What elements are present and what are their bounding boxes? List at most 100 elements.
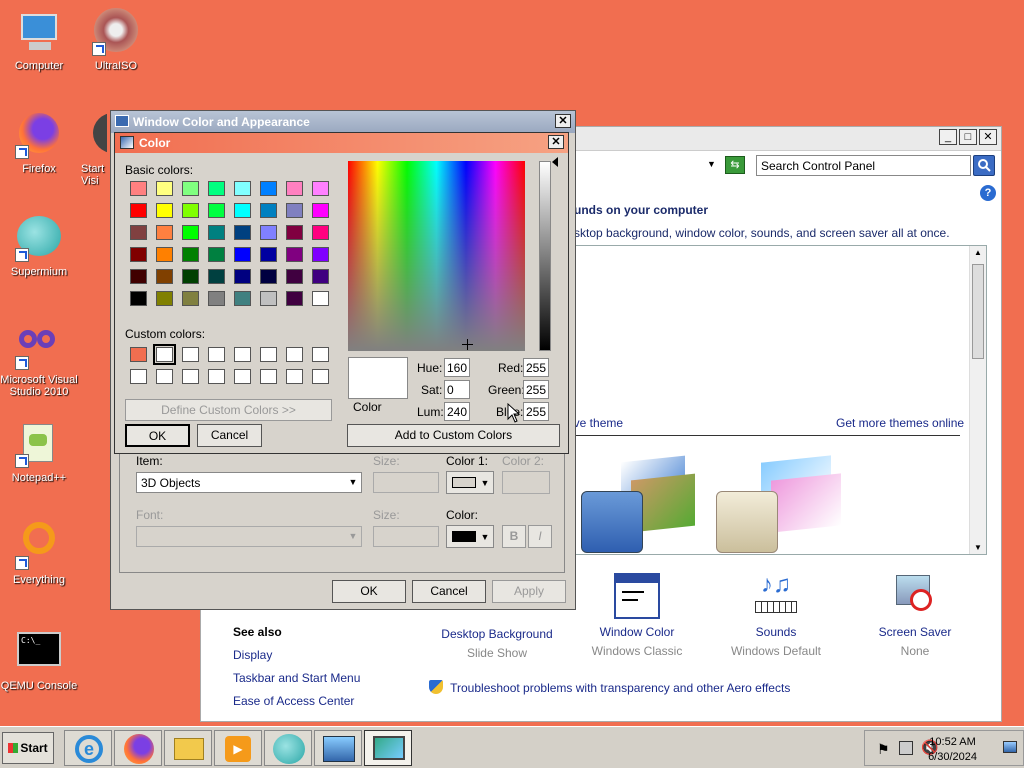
- window-color-item[interactable]: Window Color Windows Classic: [577, 573, 697, 658]
- search-input[interactable]: Search Control Panel: [756, 155, 971, 176]
- taskbar-media-player-button[interactable]: ▶: [214, 730, 262, 766]
- basic-color-swatch[interactable]: [312, 203, 329, 218]
- custom-color-swatch[interactable]: [286, 347, 303, 362]
- basic-color-swatch[interactable]: [234, 203, 251, 218]
- maximize-button[interactable]: □: [959, 129, 977, 145]
- search-icon[interactable]: [973, 155, 995, 176]
- blue-input[interactable]: 255: [523, 402, 549, 421]
- basic-color-swatch[interactable]: [156, 291, 173, 306]
- hue-input[interactable]: 160: [444, 358, 470, 377]
- minimize-button[interactable]: _: [939, 129, 957, 145]
- basic-color-swatch[interactable]: [208, 291, 225, 306]
- display-link[interactable]: Display: [233, 648, 360, 662]
- basic-color-swatch[interactable]: [260, 291, 277, 306]
- basic-color-swatch[interactable]: [286, 269, 303, 284]
- screen-saver-item[interactable]: Screen Saver None: [855, 573, 975, 658]
- desktop-icon-supermium[interactable]: Supermium: [0, 214, 78, 278]
- sat-input[interactable]: 0: [444, 380, 470, 399]
- basic-color-swatch[interactable]: [130, 225, 147, 240]
- basic-color-swatch[interactable]: [312, 225, 329, 240]
- basic-color-swatch[interactable]: [156, 225, 173, 240]
- custom-color-swatch[interactable]: [130, 369, 147, 384]
- basic-color-swatch[interactable]: [130, 247, 147, 262]
- action-center-flag-icon[interactable]: ⚑: [877, 741, 890, 758]
- custom-color-swatch[interactable]: [153, 344, 176, 365]
- basic-color-swatch[interactable]: [130, 291, 147, 306]
- custom-color-swatch[interactable]: [312, 347, 329, 362]
- custom-color-swatch[interactable]: [182, 347, 199, 362]
- custom-color-swatch[interactable]: [286, 369, 303, 384]
- basic-color-swatch[interactable]: [260, 203, 277, 218]
- basic-color-swatch[interactable]: [234, 291, 251, 306]
- basic-color-swatch[interactable]: [182, 203, 199, 218]
- network-icon[interactable]: [899, 741, 913, 755]
- basic-color-swatch[interactable]: [182, 181, 199, 196]
- basic-color-swatch[interactable]: [260, 269, 277, 284]
- basic-color-swatch[interactable]: [182, 291, 199, 306]
- custom-color-swatch[interactable]: [130, 347, 147, 362]
- custom-color-swatch[interactable]: [208, 369, 225, 384]
- scroll-up-icon[interactable]: ▲: [974, 248, 982, 257]
- basic-color-swatch[interactable]: [312, 269, 329, 284]
- lum-input[interactable]: 240: [444, 402, 470, 421]
- custom-color-swatch[interactable]: [156, 369, 173, 384]
- taskbar-firefox-button[interactable]: [114, 730, 162, 766]
- basic-color-swatch[interactable]: [234, 225, 251, 240]
- close-button[interactable]: ✕: [979, 129, 997, 145]
- desktop-icon-visual-studio[interactable]: Microsoft Visual Studio 2010: [0, 322, 78, 398]
- luminosity-arrow-icon[interactable]: [552, 157, 558, 167]
- desktop-icon-firefox[interactable]: Firefox: [0, 111, 78, 175]
- basic-color-swatch[interactable]: [156, 247, 173, 262]
- luminosity-slider[interactable]: [539, 161, 551, 351]
- basic-color-swatch[interactable]: [286, 181, 303, 196]
- troubleshoot-link[interactable]: Troubleshoot problems with transparency …: [429, 680, 790, 695]
- basic-color-swatch[interactable]: [182, 225, 199, 240]
- cancel-button[interactable]: Cancel: [412, 580, 486, 603]
- taskbar-start-menu-link[interactable]: Taskbar and Start Menu: [233, 671, 360, 685]
- custom-color-swatch[interactable]: [234, 347, 251, 362]
- desktop-icon-ultraiso[interactable]: UltraISO: [77, 8, 155, 72]
- basic-color-swatch[interactable]: [234, 247, 251, 262]
- basic-color-swatch[interactable]: [182, 247, 199, 262]
- basic-color-swatch[interactable]: [156, 269, 173, 284]
- basic-color-swatch[interactable]: [182, 269, 199, 284]
- show-desktop-icon[interactable]: [1003, 741, 1017, 753]
- basic-color-swatch[interactable]: [208, 203, 225, 218]
- theme-list-scrollbar[interactable]: ▲ ▼: [969, 246, 986, 554]
- red-input[interactable]: 255: [523, 358, 549, 377]
- basic-color-swatch[interactable]: [260, 247, 277, 262]
- ease-of-access-link[interactable]: Ease of Access Center: [233, 694, 360, 708]
- close-button[interactable]: ✕: [548, 135, 564, 149]
- basic-color-swatch[interactable]: [130, 203, 147, 218]
- basic-color-swatch[interactable]: [208, 269, 225, 284]
- theme-thumbnail-beige[interactable]: [716, 455, 846, 553]
- scroll-thumb[interactable]: [972, 264, 984, 359]
- basic-color-swatch[interactable]: [156, 203, 173, 218]
- basic-color-swatch[interactable]: [312, 291, 329, 306]
- basic-color-swatch[interactable]: [208, 181, 225, 196]
- basic-color-swatch[interactable]: [312, 247, 329, 262]
- refresh-button[interactable]: ⇆: [725, 156, 745, 174]
- basic-color-swatch[interactable]: [286, 225, 303, 240]
- taskbar-display-button[interactable]: [364, 730, 412, 766]
- basic-color-swatch[interactable]: [130, 181, 147, 196]
- basic-color-swatch[interactable]: [234, 269, 251, 284]
- basic-color-swatch[interactable]: [156, 181, 173, 196]
- custom-color-swatch[interactable]: [182, 369, 199, 384]
- theme-thumbnail-blue[interactable]: [581, 455, 701, 553]
- custom-color-swatch[interactable]: [312, 369, 329, 384]
- desktop-icon-visio[interactable]: Start Visi: [77, 111, 107, 187]
- custom-color-swatch[interactable]: [208, 347, 225, 362]
- basic-color-swatch[interactable]: [286, 203, 303, 218]
- basic-color-swatch[interactable]: [260, 181, 277, 196]
- taskbar-ie-button[interactable]: e: [64, 730, 112, 766]
- basic-color-swatch[interactable]: [312, 181, 329, 196]
- basic-color-swatch[interactable]: [130, 269, 147, 284]
- desktop-icon-notepadpp[interactable]: Notepad++: [0, 420, 78, 484]
- basic-color-swatch[interactable]: [208, 247, 225, 262]
- cancel-button[interactable]: Cancel: [197, 424, 262, 447]
- taskbar-explorer-button[interactable]: [164, 730, 212, 766]
- ok-button[interactable]: OK: [125, 424, 190, 447]
- add-to-custom-colors-button[interactable]: Add to Custom Colors: [347, 424, 560, 447]
- address-dropdown-arrow[interactable]: ▼: [707, 159, 716, 169]
